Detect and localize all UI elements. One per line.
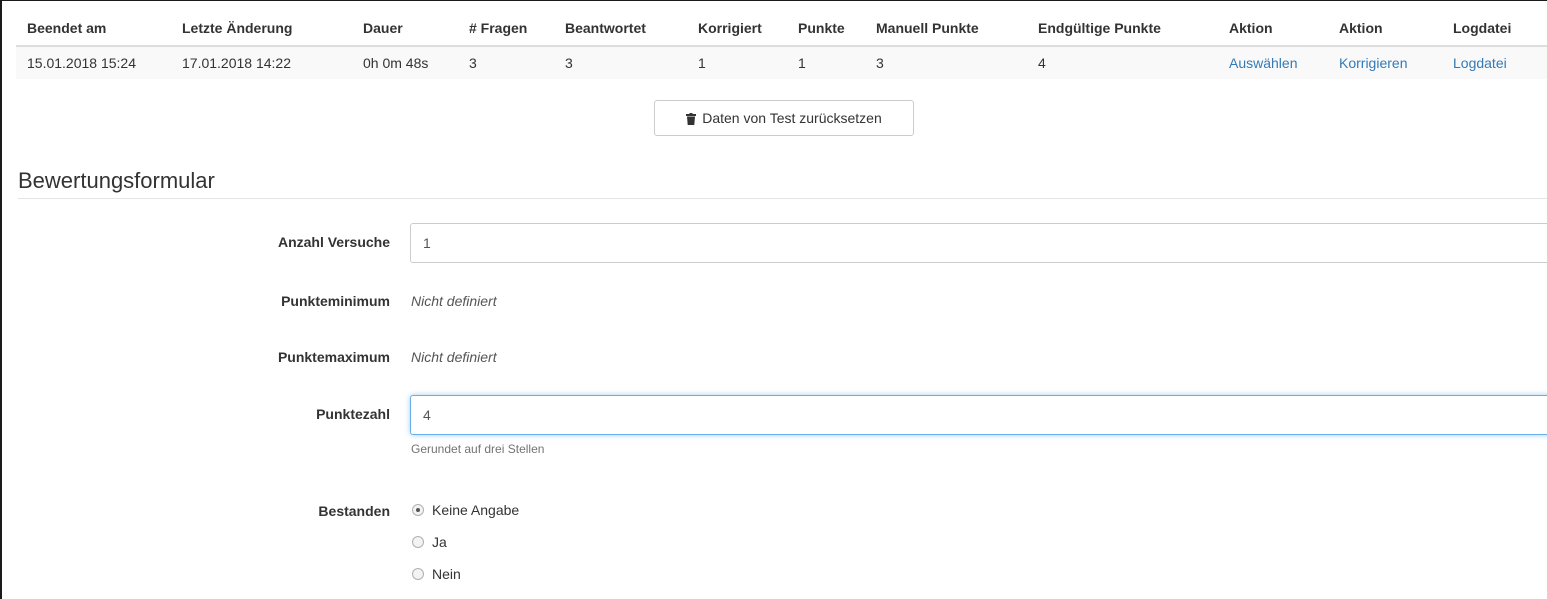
cell-points: 1 [787,46,865,79]
score-input[interactable] [410,395,1547,435]
window-top-border [0,0,1547,1]
header-points: Punkte [787,11,865,47]
cell-finished: 15.01.2018 15:24 [16,46,171,79]
min-points-value: Nicht definiert [411,293,497,309]
passed-option-no[interactable]: Nein [412,566,461,582]
cell-duration: 0h 0m 48s [352,46,458,79]
header-last-change: Letzte Änderung [171,11,352,47]
header-questions: # Fragen [458,11,554,47]
window-left-border [0,0,2,599]
min-points-label: Punkteminimum [281,293,390,309]
radio-unchecked-icon[interactable] [412,568,424,580]
table-header-row: Beendet am Letzte Änderung Dauer # Frage… [16,11,1547,47]
passed-option-none[interactable]: Keine Angabe [412,502,519,518]
reset-button-label: Daten von Test zurücksetzen [702,110,882,126]
results-table: Beendet am Letzte Änderung Dauer # Frage… [16,11,1547,79]
header-corrected: Korrigiert [687,11,787,47]
radio-unchecked-icon[interactable] [412,536,424,548]
passed-label: Bestanden [318,503,390,519]
max-points-label: Punktemaximum [277,349,390,365]
cell-action-correct: Korrigieren [1328,46,1442,79]
passed-option-yes-label: Ja [432,534,447,550]
header-manual-points: Manuell Punkte [865,11,1027,47]
header-final-points: Endgültige Punkte [1027,11,1218,47]
header-action-1: Aktion [1218,11,1328,47]
header-answered: Beantwortet [554,11,687,47]
correct-link[interactable]: Korrigieren [1339,55,1407,71]
passed-option-none-label: Keine Angabe [432,502,520,518]
cell-last-change: 17.01.2018 14:22 [171,46,352,79]
reset-test-data-button[interactable]: Daten von Test zurücksetzen [654,100,914,136]
radio-checked-icon[interactable] [412,504,424,516]
score-label: Punktezahl [316,406,390,422]
score-help-text: Gerundet auf drei Stellen [411,442,545,456]
form-title-divider [18,198,1547,199]
cell-questions: 3 [458,46,554,79]
cell-manual-points: 3 [865,46,1027,79]
header-finished: Beendet am [16,11,171,47]
cell-final-points: 4 [1027,46,1218,79]
passed-option-no-label: Nein [432,566,461,582]
table-row: 15.01.2018 15:24 17.01.2018 14:22 0h 0m … [16,46,1547,79]
attempts-input[interactable] [410,223,1547,263]
cell-action-select: Auswählen [1218,46,1328,79]
header-logfile: Logdatei [1442,11,1547,47]
select-link[interactable]: Auswählen [1229,55,1298,71]
cell-logfile: Logdatei [1442,46,1547,79]
cell-answered: 3 [554,46,687,79]
max-points-value: Nicht definiert [411,349,497,365]
passed-option-yes[interactable]: Ja [412,534,447,550]
header-duration: Dauer [352,11,458,47]
logfile-link[interactable]: Logdatei [1453,55,1507,71]
trash-icon [686,112,697,125]
form-title: Bewertungsformular [18,168,215,193]
header-action-2: Aktion [1328,11,1442,47]
attempts-label: Anzahl Versuche [277,234,390,250]
cell-corrected: 1 [687,46,787,79]
